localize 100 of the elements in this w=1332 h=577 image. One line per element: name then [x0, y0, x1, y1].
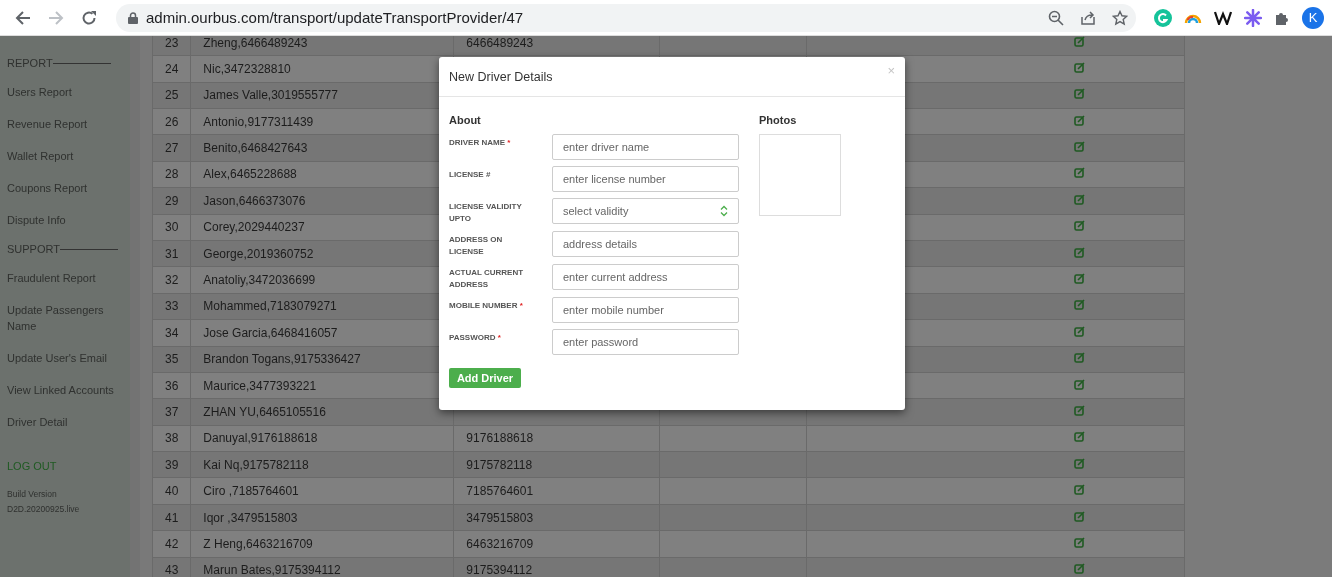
- field-label: LICENSE #: [449, 170, 491, 179]
- edit-icon[interactable]: [1074, 220, 1086, 232]
- table-cell: 25: [152, 82, 191, 109]
- edit-icon[interactable]: [1074, 404, 1086, 416]
- edit-icon[interactable]: [1074, 563, 1086, 575]
- table-cell: 27: [152, 134, 191, 162]
- field-label: PASSWORD: [449, 333, 496, 342]
- sidebar-item[interactable]: Coupons Report: [7, 172, 117, 204]
- table-cell: 6463216709: [453, 530, 660, 558]
- sidebar-item[interactable]: Driver Detail: [7, 406, 117, 438]
- star-icon[interactable]: [1112, 9, 1128, 26]
- table-cell: 38: [152, 425, 191, 452]
- edit-icon[interactable]: [1074, 484, 1086, 496]
- table-cell: 24: [152, 55, 191, 83]
- sidebar-item[interactable]: Fraudulent Report: [7, 262, 117, 294]
- table-cell: 34: [152, 319, 191, 346]
- sidebar-item[interactable]: View Linked Accounts: [7, 374, 117, 406]
- table-cell: 28: [152, 161, 191, 188]
- table-cell: 3479515803: [453, 504, 660, 531]
- edit-icon[interactable]: [1074, 246, 1086, 258]
- edit-icon[interactable]: [1074, 431, 1086, 443]
- asterisk-icon[interactable]: [1244, 8, 1262, 27]
- field-label: MOBILE NUMBER: [449, 301, 518, 310]
- sidebar-item[interactable]: Update User's Email: [7, 342, 117, 374]
- required-mark: *: [497, 333, 501, 342]
- field-label: ADDRESS ON LICENSE: [449, 235, 503, 256]
- section-heading: About: [449, 114, 482, 126]
- table-cell: 9176188618: [453, 425, 660, 452]
- input-field[interactable]: enter mobile number: [552, 297, 739, 323]
- sidebar-item[interactable]: Users Report: [7, 76, 117, 108]
- input-field[interactable]: address details: [552, 231, 739, 257]
- edit-icon[interactable]: [1074, 61, 1086, 73]
- table-cell: 32: [152, 266, 191, 294]
- edit-icon[interactable]: [1074, 167, 1086, 179]
- table-cell: 6466489243: [453, 36, 660, 56]
- table-cell: 33: [152, 293, 191, 320]
- edit-icon[interactable]: [1074, 510, 1086, 522]
- address-bar[interactable]: admin.ourbus.com/transport/updateTransportProvider/47: [116, 3, 1136, 32]
- table-cell: 31: [152, 240, 191, 267]
- close-button[interactable]: ×: [887, 63, 895, 78]
- up-down-arrows-icon: [720, 205, 728, 217]
- field-label: ACTUAL CURRENT ADDRESS: [449, 268, 524, 289]
- input-field[interactable]: enter license number: [552, 166, 739, 192]
- reload-icon[interactable]: [81, 9, 98, 26]
- edit-icon[interactable]: [1074, 88, 1086, 100]
- share-icon[interactable]: [1080, 9, 1096, 26]
- edit-icon[interactable]: [1074, 114, 1086, 126]
- table-cell: Z Heng,6463216709: [190, 530, 454, 558]
- edit-icon[interactable]: [1074, 378, 1086, 390]
- select-field[interactable]: select validity: [552, 198, 739, 224]
- edit-icon[interactable]: [1074, 141, 1086, 153]
- profile-avatar[interactable]: K: [1302, 6, 1324, 29]
- required-mark: *: [507, 138, 511, 147]
- edit-icon[interactable]: [1074, 193, 1086, 205]
- table-cell: 39: [152, 451, 191, 478]
- table-cell: 42: [152, 530, 191, 558]
- section-heading: Photos: [759, 114, 798, 126]
- section-heading: SUPPORT: [7, 243, 60, 255]
- back-icon[interactable]: [14, 9, 31, 26]
- forward-icon[interactable]: [48, 9, 64, 26]
- sidebar-item[interactable]: Dispute Info: [7, 204, 117, 236]
- input-field[interactable]: enter driver name: [552, 134, 739, 160]
- lock-icon: [128, 11, 138, 24]
- zoom-out-icon[interactable]: [1048, 9, 1064, 26]
- dialog-title: New Driver Details: [449, 69, 553, 84]
- w-icon[interactable]: [1214, 10, 1232, 25]
- g-circle-icon[interactable]: [1154, 8, 1172, 27]
- table-cell: 7185764601: [453, 477, 660, 505]
- table-cell: 36: [152, 372, 191, 399]
- table-cell: 40: [152, 477, 191, 505]
- edit-icon[interactable]: [1074, 299, 1086, 311]
- edit-icon[interactable]: [1074, 352, 1086, 364]
- password-field[interactable]: enter password: [552, 329, 739, 355]
- table-cell: Zheng,6466489243: [190, 36, 454, 56]
- table-cell: 41: [152, 504, 191, 531]
- photo-box[interactable]: [759, 134, 841, 216]
- sidebar-item[interactable]: Update Passengers Name: [7, 294, 117, 342]
- sidebar-item[interactable]: Wallet Report: [7, 140, 117, 172]
- table-cell: Ciro ,7185764601: [190, 477, 454, 505]
- table-cell: Kai Nq,9175782118: [190, 451, 454, 478]
- edit-icon[interactable]: [1074, 36, 1086, 47]
- edit-icon[interactable]: [1074, 536, 1086, 548]
- table-cell: 23: [152, 36, 191, 56]
- table-cell: 43: [152, 557, 191, 577]
- logout-link[interactable]: LOG OUT: [7, 458, 130, 474]
- required-mark: *: [519, 301, 523, 310]
- table-cell: 9175782118: [453, 451, 660, 478]
- edit-icon[interactable]: [1074, 457, 1086, 469]
- add-driver-button[interactable]: Add Driver: [449, 368, 521, 388]
- field-label: DRIVER NAME: [449, 138, 505, 147]
- url-text: admin.ourbus.com/transport/updateTransportProvider/47: [146, 9, 525, 26]
- input-field[interactable]: enter current address: [552, 264, 739, 290]
- table-cell: 30: [152, 214, 191, 241]
- table-cell: Danuyal,9176188618: [190, 425, 454, 452]
- table-cell: Iqor ,3479515803: [190, 504, 454, 531]
- edit-icon[interactable]: [1074, 325, 1086, 337]
- sidebar-item[interactable]: Revenue Report: [7, 108, 117, 140]
- edit-icon[interactable]: [1074, 273, 1086, 284]
- table-cell: 26: [152, 108, 191, 135]
- table-cell: 35: [152, 346, 191, 373]
